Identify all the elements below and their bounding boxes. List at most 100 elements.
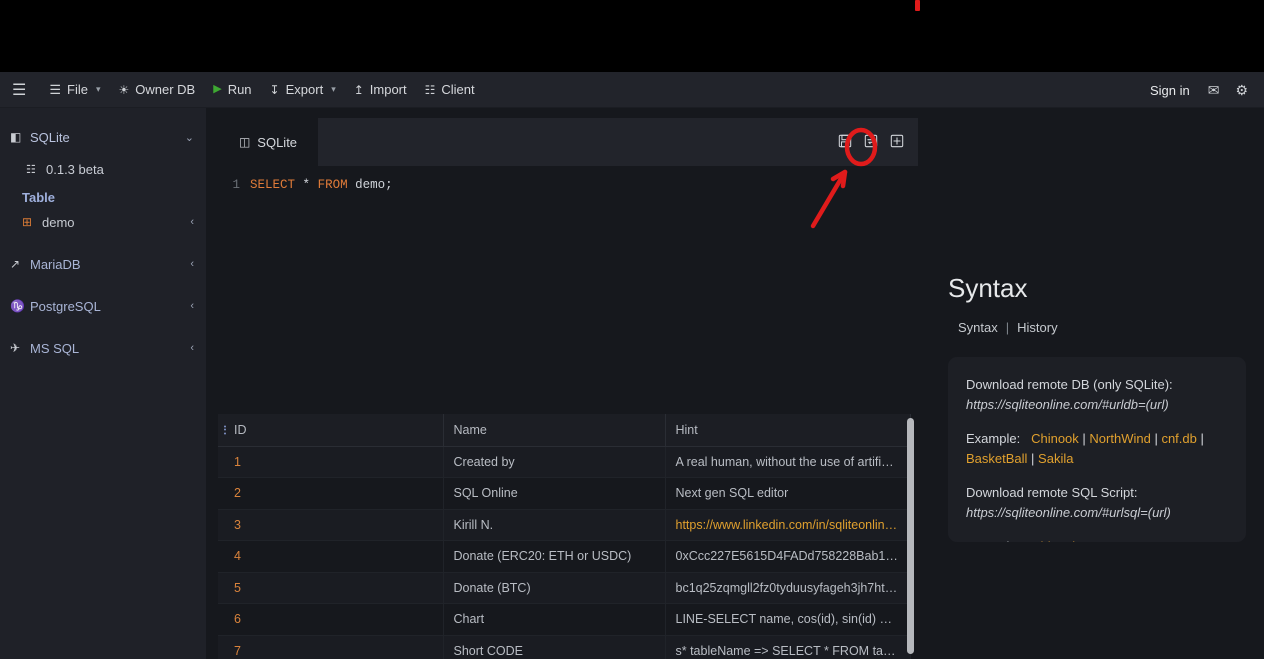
table-grid-icon: ⊞ bbox=[22, 215, 33, 229]
link-sakila[interactable]: Sakila bbox=[1038, 451, 1073, 466]
help-url-urldb: https://sqliteonline.com/#urldb=(url) bbox=[966, 397, 1169, 412]
chevron-left-icon[interactable]: ‹ bbox=[190, 342, 194, 354]
sidebar-item-sqlite[interactable]: ◧ SQLite ⌄ bbox=[0, 124, 206, 150]
tabbar-filler bbox=[318, 118, 838, 166]
link-chinook-sql[interactable]: Chinook SQL bbox=[1031, 539, 1108, 542]
download-icon: ↧ bbox=[269, 82, 280, 97]
help-example-db: Example: Chinook | NorthWind | cnf.db | … bbox=[966, 429, 1228, 469]
link-chinook[interactable]: Chinook bbox=[1031, 431, 1079, 446]
column-header-id[interactable]: ID bbox=[218, 414, 444, 447]
cell-id: 1 bbox=[218, 446, 444, 478]
row-menu-dots-icon[interactable] bbox=[224, 425, 226, 435]
example-label: Example: bbox=[966, 431, 1021, 446]
tab-history[interactable]: History bbox=[1017, 320, 1057, 335]
sidebar-item-mssql-label: MS SQL bbox=[30, 340, 80, 356]
menu-item-file[interactable]: ☰ File ▾ bbox=[40, 72, 109, 108]
cell-id: 3 bbox=[218, 509, 444, 541]
save-icon[interactable] bbox=[838, 134, 852, 150]
header-right-group: Sign in ✉ ⚙ bbox=[1140, 72, 1256, 108]
column-header-hint[interactable]: Hint bbox=[665, 414, 911, 447]
table-row[interactable]: 7 Short CODE s* tableName => SELECT * FR… bbox=[218, 635, 911, 659]
sql-star: * bbox=[302, 178, 311, 192]
menu-item-run-label: Run bbox=[227, 82, 252, 97]
sidebar-item-demo-table[interactable]: ⊞ demo ‹ bbox=[0, 209, 206, 235]
table-row[interactable]: 3 Kirill N. https://www.linkedin.com/in/… bbox=[218, 509, 911, 541]
menu-item-file-label: File bbox=[67, 82, 88, 97]
menu-item-client[interactable]: ☷ Client bbox=[416, 72, 484, 108]
sql-table-name: demo; bbox=[355, 178, 393, 192]
editor-tabbar: ◫ SQLite bbox=[218, 118, 918, 166]
app-root: ☰ ☰ File ▾ ☀ Owner DB ▶ Run ↧ Export ▾ ↥… bbox=[0, 0, 1264, 659]
column-header-name[interactable]: Name bbox=[443, 414, 666, 447]
menu-item-export[interactable]: ↧ Export ▾ bbox=[261, 72, 345, 108]
table-row[interactable]: 5 Donate (BTC) bc1q25zqmgll2fz0tyduusyfa… bbox=[218, 572, 911, 604]
database-sidebar: ◧ SQLite ⌄ ☷ 0.1.3 beta Table ⊞ demo ‹ ↗… bbox=[0, 108, 206, 659]
syntax-panel: Syntax Syntax | History Download remote … bbox=[930, 108, 1264, 659]
help-url-urlsql: https://sqliteonline.com/#urlsql=(url) bbox=[966, 505, 1171, 520]
sidebar-item-mariadb[interactable]: ↗ MariaDB ‹ bbox=[0, 251, 206, 277]
menu-item-owner-db-label: Owner DB bbox=[135, 82, 196, 97]
chevron-left-icon[interactable]: ‹ bbox=[190, 216, 194, 228]
sidebar-item-version[interactable]: ☷ 0.1.3 beta bbox=[0, 156, 206, 182]
menu-item-export-label: Export bbox=[285, 82, 324, 97]
help-example-sql: Example: Chinook SQL bbox=[966, 537, 1228, 542]
pipe-separator: | bbox=[1031, 451, 1039, 466]
tab-sqlite[interactable]: ◫ SQLite bbox=[218, 118, 318, 166]
help-heading-download-sql: Download remote SQL Script: bbox=[966, 485, 1138, 500]
results-vertical-scrollbar[interactable] bbox=[907, 418, 914, 654]
chevron-left-icon[interactable]: ‹ bbox=[190, 258, 194, 270]
link-northwind[interactable]: NorthWind bbox=[1089, 431, 1150, 446]
cell-id: 4 bbox=[218, 540, 444, 573]
sidebar-section-table: Table bbox=[22, 190, 55, 205]
code-line-1: 1 SELECT * FROM demo; bbox=[218, 176, 918, 194]
sign-in-button[interactable]: Sign in bbox=[1140, 83, 1200, 98]
link-basketball[interactable]: BasketBall bbox=[966, 451, 1027, 466]
cell-hint: 0xCcc227E5615D4FADd758228Bab12ceb… bbox=[665, 540, 911, 573]
sync-exchange-icon[interactable] bbox=[864, 134, 878, 150]
table-row[interactable]: 4 Donate (ERC20: ETH or USDC) 0xCcc227E5… bbox=[218, 540, 911, 573]
tab-syntax[interactable]: Syntax bbox=[958, 320, 998, 335]
table-row[interactable]: 2 SQL Online Next gen SQL editor bbox=[218, 477, 911, 510]
menu-item-import[interactable]: ↥ Import bbox=[345, 72, 416, 108]
database-stack-icon: ☰ bbox=[49, 82, 61, 97]
play-triangle-icon: ▶ bbox=[213, 83, 222, 95]
results-header-row: ID Name Hint bbox=[218, 414, 911, 447]
table-row[interactable]: 6 Chart LINE-SELECT name, cos(id), sin(i… bbox=[218, 603, 911, 636]
mail-icon[interactable]: ✉ bbox=[1200, 82, 1228, 99]
database-table-icon: ◫ bbox=[238, 135, 251, 149]
cell-id: 6 bbox=[218, 603, 444, 636]
results-table: ID Name Hint 1 Created by A real human, … bbox=[218, 414, 911, 659]
cell-hint: Next gen SQL editor bbox=[665, 477, 911, 510]
sql-editor[interactable]: 1 SELECT * FROM demo; bbox=[218, 166, 918, 404]
example-label: Example: bbox=[966, 539, 1020, 542]
add-tab-icon[interactable] bbox=[890, 134, 904, 150]
cell-hint: LINE-SELECT name, cos(id), sin(id) FRO… bbox=[665, 603, 911, 636]
cell-name: Donate (ERC20: ETH or USDC) bbox=[443, 540, 666, 573]
results-grid: ID Name Hint 1 Created by A real human, … bbox=[218, 414, 918, 659]
cell-hint: s* tableName => SELECT * FROM tableN… bbox=[665, 635, 911, 659]
results-table-head: ID Name Hint bbox=[218, 414, 911, 447]
cell-name: Short CODE bbox=[443, 635, 666, 659]
chevron-left-icon[interactable]: ‹ bbox=[190, 300, 194, 312]
mariadb-icon: ↗ bbox=[10, 257, 21, 271]
column-header-id-label: ID bbox=[234, 422, 247, 437]
sitemap-icon: ☷ bbox=[26, 163, 36, 176]
table-row[interactable]: 1 Created by A real human, without the u… bbox=[218, 446, 911, 478]
cell-name: Kirill N. bbox=[443, 509, 666, 541]
cell-name: Created by bbox=[443, 446, 666, 478]
hamburger-menu-icon[interactable]: ☰ bbox=[0, 72, 40, 108]
cell-hint-link[interactable]: https://www.linkedin.com/in/sqliteonline… bbox=[665, 509, 911, 541]
link-cnf-db[interactable]: cnf.db bbox=[1161, 431, 1196, 446]
globe-icon: ☀ bbox=[118, 82, 130, 97]
gear-icon[interactable]: ⚙ bbox=[1227, 82, 1256, 99]
menu-item-run[interactable]: ▶ Run bbox=[204, 72, 260, 108]
chevron-down-icon[interactable]: ⌄ bbox=[185, 131, 194, 144]
sidebar-item-postgresql[interactable]: ♑ PostgreSQL ‹ bbox=[0, 293, 206, 319]
sidebar-item-mssql[interactable]: ✈ MS SQL ‹ bbox=[0, 335, 206, 361]
menu-item-owner-db[interactable]: ☀ Owner DB bbox=[109, 72, 204, 108]
